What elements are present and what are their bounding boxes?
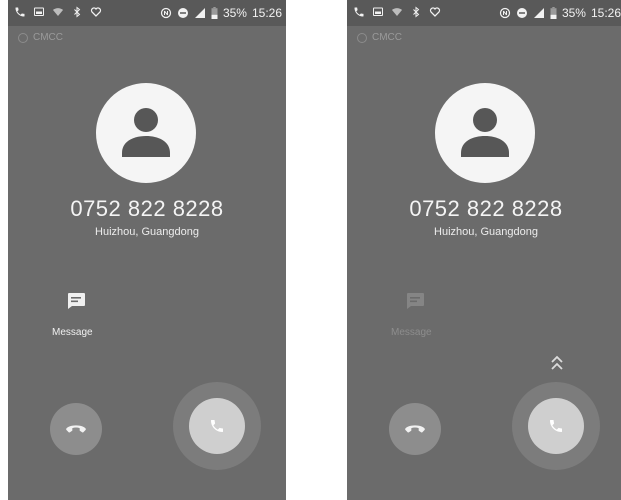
status-bar: 35% 15:26 [347, 0, 621, 26]
hangup-icon [405, 425, 425, 433]
phone-icon [354, 7, 364, 17]
caller-location: Huizhou, Guangdong [434, 226, 538, 238]
status-system-icons: 35% 15:26 [160, 6, 282, 20]
nfc-icon [499, 7, 511, 19]
incoming-call-screen-left: 35% 15:26 CMCC 0752 822 8228 Huizhou, Gu… [8, 0, 286, 500]
person-icon [461, 108, 509, 157]
decline-button[interactable] [50, 403, 102, 455]
heart-icon [90, 7, 102, 17]
carrier-label: CMCC [18, 32, 63, 43]
carrier-label: CMCC [357, 32, 402, 43]
message-icon[interactable] [66, 292, 86, 310]
status-time: 15:26 [251, 6, 282, 20]
heart-icon [429, 7, 441, 17]
bluetooth-icon [74, 6, 81, 18]
caller-location: Huizhou, Guangdong [95, 226, 199, 238]
answer-button[interactable] [528, 398, 584, 454]
status-notification-icons [353, 6, 441, 18]
message-label[interactable]: Message [52, 327, 93, 338]
hangup-icon [66, 425, 86, 433]
battery-percent: 35% [561, 6, 586, 20]
signal-icon [533, 8, 544, 18]
battery-icon [550, 7, 557, 19]
status-system-icons: 35% 15:26 [499, 6, 621, 20]
status-bar: 35% 15:26 [8, 0, 286, 26]
decline-button[interactable] [389, 403, 441, 455]
image-icon [373, 7, 383, 16]
dnd-icon [177, 8, 188, 18]
message-label[interactable]: Message [391, 327, 432, 338]
incoming-call-screen-right: 35% 15:26 CMCC 0752 822 8228 Huizhou, Gu… [347, 0, 621, 500]
answer-icon [550, 420, 562, 432]
carrier-signal-icon [18, 32, 28, 43]
person-icon [122, 108, 170, 157]
nfc-icon [160, 7, 172, 19]
carrier-name: CMCC [372, 32, 402, 43]
dnd-icon [516, 8, 527, 18]
signal-icon [194, 8, 205, 18]
status-notification-icons [14, 6, 102, 18]
caller-number: 0752 822 8228 [70, 196, 224, 221]
image-icon [34, 7, 44, 16]
swipe-up-icon [551, 355, 563, 370]
caller-avatar [435, 83, 535, 183]
answer-icon [211, 420, 223, 432]
status-time: 15:26 [590, 6, 621, 20]
caller-number: 0752 822 8228 [409, 196, 563, 221]
message-icon[interactable] [405, 292, 425, 310]
carrier-name: CMCC [33, 32, 63, 43]
wifi-icon [392, 8, 402, 16]
wifi-icon [53, 8, 63, 16]
carrier-signal-icon [357, 32, 367, 43]
battery-icon [211, 7, 218, 19]
bluetooth-icon [413, 6, 420, 18]
answer-button[interactable] [189, 398, 245, 454]
caller-avatar [96, 83, 196, 183]
battery-percent: 35% [222, 6, 247, 20]
phone-icon [15, 7, 25, 17]
